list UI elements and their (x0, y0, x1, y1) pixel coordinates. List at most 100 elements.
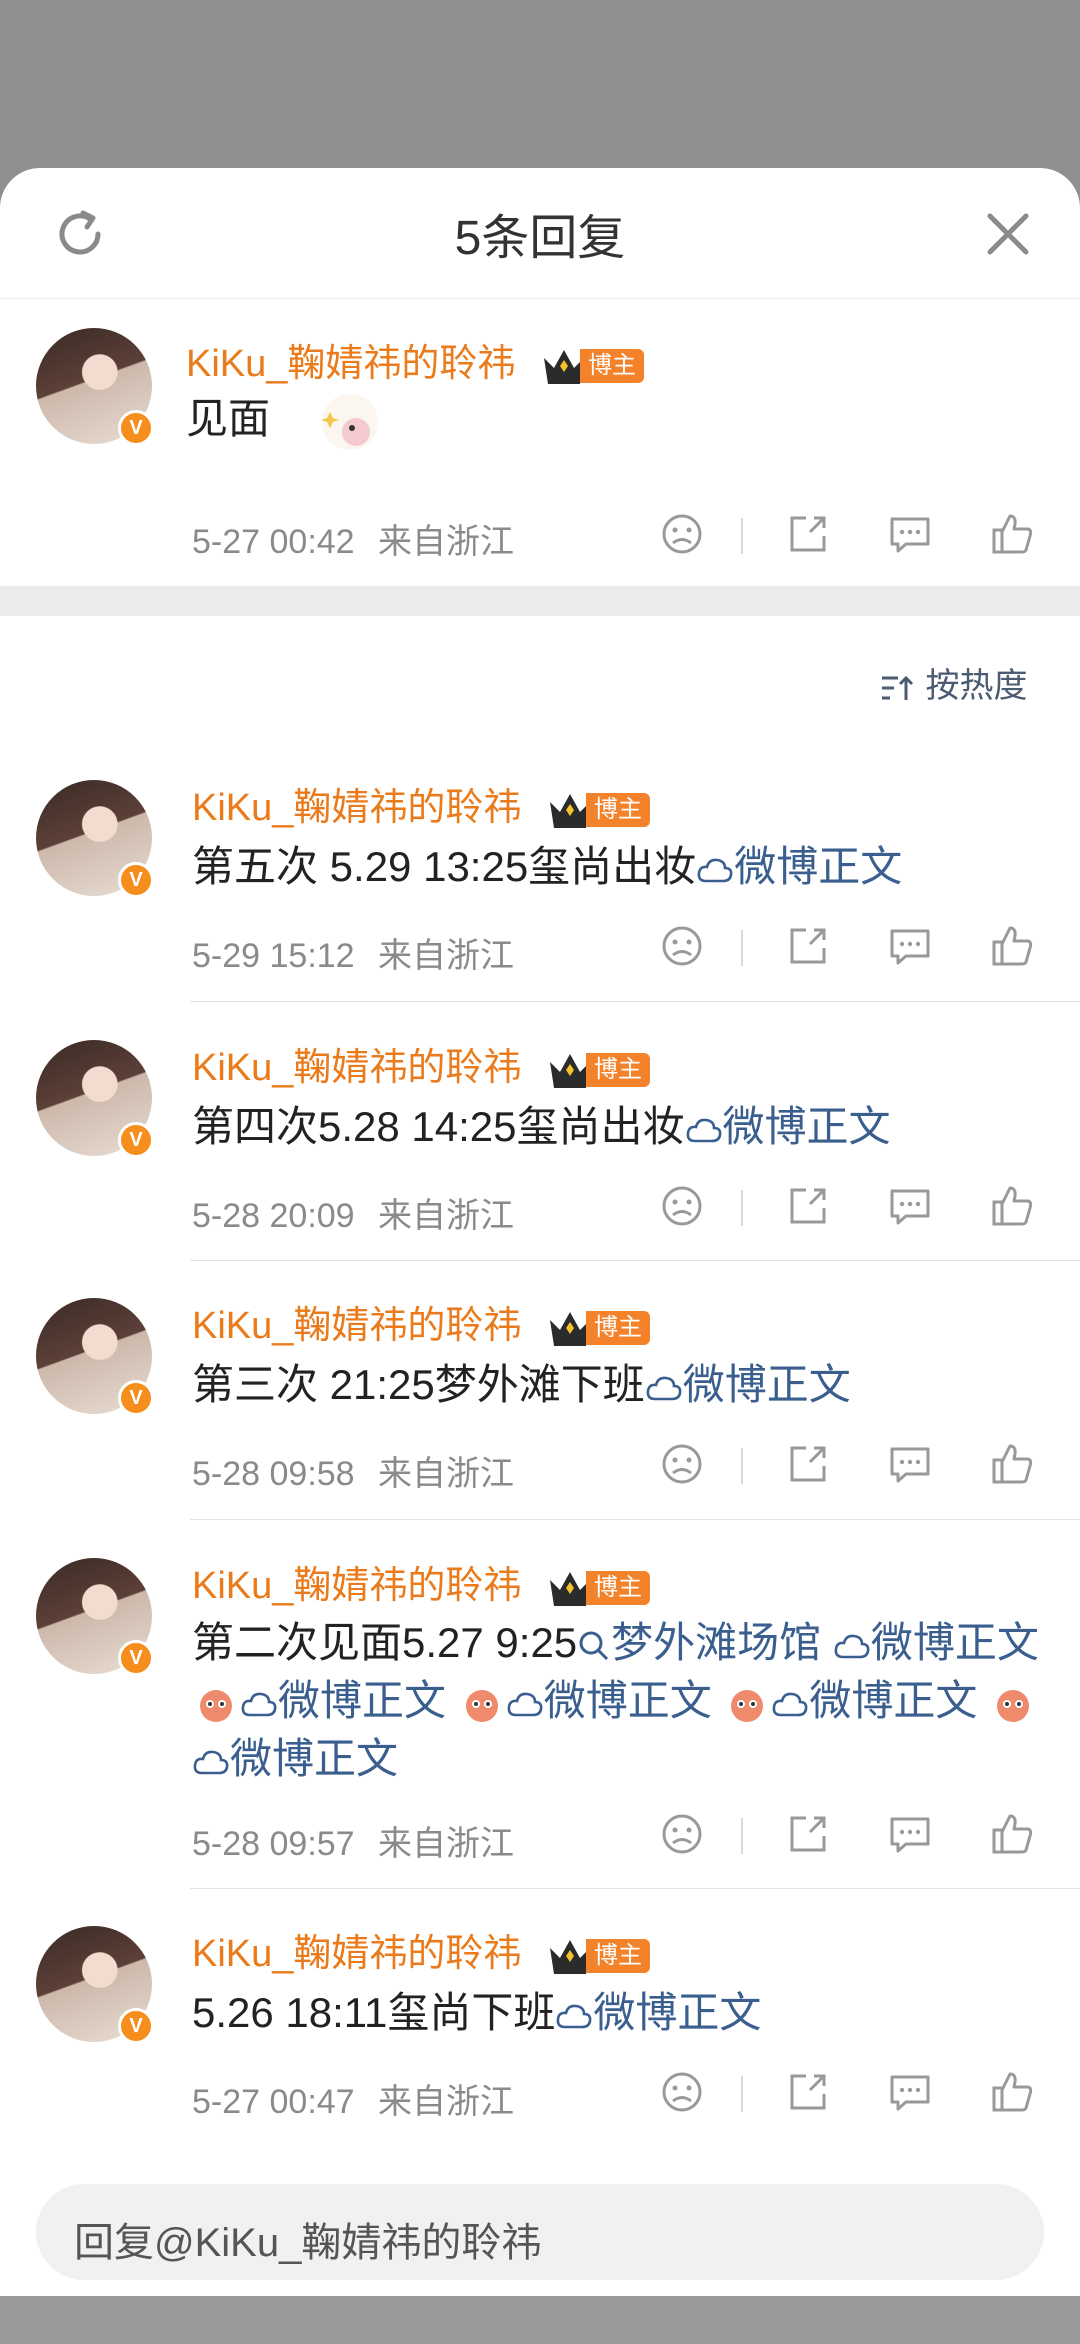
comment-icon[interactable] (886, 1810, 934, 1858)
sticker-emoji-icon (731, 1689, 764, 1722)
avatar[interactable]: V (36, 328, 154, 446)
reply-meta: 5-27 00:47 来自浙江 (192, 2074, 514, 2123)
reply-meta: 5-29 15:12 来自浙江 (192, 928, 514, 977)
username-text[interactable]: KiKu_鞠婧祎的聆祎 (192, 787, 521, 829)
timestamp: 5-29 15:12 (192, 937, 355, 975)
share-icon[interactable] (784, 2068, 832, 2116)
reply-username[interactable]: KiKu_鞠婧祎的聆祎 博主 (192, 1554, 650, 1610)
reply-username[interactable]: KiKu_鞠婧祎的聆祎 博主 (192, 1922, 650, 1978)
avatar[interactable]: V (36, 1926, 154, 2044)
close-icon[interactable] (978, 204, 1038, 264)
share-icon[interactable] (784, 922, 832, 970)
reply-input-placeholder[interactable]: 回复@KiKu_鞠婧祎的聆祎 (74, 2210, 541, 2268)
dislike-face-icon[interactable] (658, 2068, 706, 2116)
verified-badge-icon: V (118, 1380, 154, 1416)
timestamp: 5-28 09:58 (192, 1455, 355, 1493)
main-comment-actions (658, 510, 1058, 566)
weibo-post-link[interactable]: 微博正文 (683, 1361, 851, 1408)
reply-input[interactable]: 回复@KiKu_鞠婧祎的聆祎 (36, 2184, 1044, 2280)
dislike-face-icon[interactable] (658, 1810, 706, 1858)
like-icon[interactable] (988, 510, 1036, 558)
reply-actions (658, 1440, 1058, 1496)
weibo-link-icon (697, 858, 733, 883)
reply-username[interactable]: KiKu_鞠婧祎的聆祎 博主 (192, 1294, 650, 1350)
blogger-badge: 博主 (585, 1310, 650, 1345)
action-divider (741, 1190, 743, 1226)
reply-content: 第五次 5.29 13:25玺尚出妆 (192, 843, 697, 890)
sort-icon (882, 675, 914, 701)
sticker-emoji-icon (200, 1689, 232, 1722)
main-comment-username[interactable]: KiKu_鞠婧祎的聆祎 博主 (186, 332, 644, 388)
avatar[interactable]: V (36, 780, 154, 898)
dislike-face-icon[interactable] (658, 922, 706, 970)
comment-icon[interactable] (886, 510, 934, 558)
share-icon[interactable] (784, 1182, 832, 1230)
share-icon[interactable] (784, 1440, 832, 1488)
reply-actions (658, 1182, 1058, 1238)
share-icon[interactable] (784, 510, 832, 558)
reply-actions (658, 2068, 1058, 2124)
weibo-link-icon (834, 1634, 870, 1659)
weibo-post-link[interactable]: 微博正文 (593, 1989, 761, 2036)
verified-badge-icon: V (118, 2008, 154, 2044)
like-icon[interactable] (988, 1182, 1036, 1230)
replies-sheet: 5条回复 V KiKu_鞠婧祎的聆祎 博主 见面 5-27 00:42 来自浙江 (0, 168, 1080, 2296)
reply-content: 第二次见面5.27 9:25 (192, 1619, 578, 1666)
share-icon[interactable] (784, 1810, 832, 1858)
timestamp: 5-27 00:47 (192, 2083, 355, 2121)
username-text[interactable]: KiKu_鞠婧祎的聆祎 (186, 343, 515, 385)
reply-text: 5.26 18:11玺尚下班 微博正文 (192, 1984, 761, 2042)
username-text[interactable]: KiKu_鞠婧祎的聆祎 (192, 1047, 521, 1089)
weibo-link-icon (686, 1118, 721, 1143)
like-icon[interactable] (988, 1440, 1036, 1488)
reply-actions (658, 922, 1058, 978)
sort-label[interactable]: 按热度 (925, 667, 1027, 705)
location: 来自浙江 (378, 1197, 515, 1235)
sticker-image-icon[interactable] (290, 392, 386, 452)
like-icon[interactable] (988, 922, 1036, 970)
location: 来自浙江 (378, 2083, 515, 2121)
sort-toggle[interactable]: 按热度 (880, 658, 1027, 707)
blogger-badge: 博主 (579, 348, 644, 383)
sticker-emoji-icon (465, 1689, 498, 1722)
avatar[interactable]: V (36, 1558, 154, 1676)
weibo-post-link[interactable]: 微博正文 (871, 1619, 1039, 1666)
like-icon[interactable] (988, 2068, 1036, 2116)
comment-icon[interactable] (886, 922, 934, 970)
reply-meta: 5-28 09:57 来自浙江 (192, 1816, 514, 1865)
weibo-post-link[interactable]: 微博正文 (734, 843, 902, 890)
avatar[interactable]: V (36, 1298, 154, 1416)
dislike-face-icon[interactable] (658, 1182, 706, 1230)
blogger-badge: 博主 (585, 792, 650, 827)
weibo-post-link[interactable]: 微博正文 (544, 1677, 712, 1724)
reply-content: 5.26 18:11玺尚下班 (192, 1989, 556, 2036)
reply-username[interactable]: KiKu_鞠婧祎的聆祎 博主 (192, 1036, 650, 1092)
username-text[interactable]: KiKu_鞠婧祎的聆祎 (192, 1305, 521, 1347)
blogger-badge: 博主 (585, 1052, 650, 1087)
avatar[interactable]: V (36, 1040, 154, 1158)
reply-actions (658, 1810, 1058, 1866)
username-text[interactable]: KiKu_鞠婧祎的聆祎 (192, 1933, 521, 1975)
reply-divider (190, 1888, 1080, 1889)
weibo-link-icon (193, 1750, 229, 1775)
weibo-post-link[interactable]: 微博正文 (723, 1103, 891, 1150)
blogger-badge: 博主 (585, 1570, 650, 1605)
username-text[interactable]: KiKu_鞠婧祎的聆祎 (192, 1565, 521, 1607)
dislike-face-icon[interactable] (658, 510, 706, 558)
comment-icon[interactable] (886, 1440, 934, 1488)
venue-search-link[interactable]: 梦外滩场馆 (611, 1619, 821, 1666)
like-icon[interactable] (988, 1810, 1036, 1858)
weibo-post-link[interactable]: 微博正文 (809, 1677, 977, 1724)
reply-text: 第五次 5.29 13:25玺尚出妆 微博正文 (192, 838, 902, 896)
comment-icon[interactable] (886, 1182, 934, 1230)
verified-badge-icon: V (118, 862, 154, 898)
reply-username[interactable]: KiKu_鞠婧祎的聆祎 博主 (192, 776, 650, 832)
dislike-face-icon[interactable] (658, 1440, 706, 1488)
weibo-post-link[interactable]: 微博正文 (278, 1677, 446, 1724)
comment-icon[interactable] (886, 2068, 934, 2116)
verified-badge-icon: V (118, 1122, 154, 1158)
location: 来自浙江 (378, 1825, 515, 1863)
comment-text: 见面 (186, 395, 271, 442)
reply-content: 第三次 21:25梦外滩下班 (192, 1361, 645, 1408)
weibo-post-link[interactable]: 微博正文 (230, 1735, 398, 1782)
